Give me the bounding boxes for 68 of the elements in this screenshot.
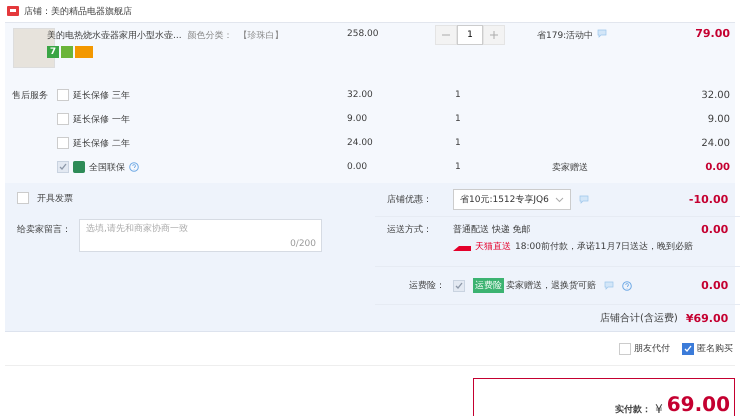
- decrease-button[interactable]: [435, 25, 457, 45]
- invoice-label: 开具发票: [37, 192, 73, 204]
- product-title[interactable]: 美的电热烧水壶器家用小型水壶...: [47, 29, 182, 42]
- service-name: 全国联保: [89, 162, 125, 174]
- chat-icon[interactable]: [597, 29, 608, 38]
- unit-price: 258.00: [347, 28, 380, 39]
- payment-label: 实付款：: [615, 403, 652, 416]
- promo-text: 省179:活动中: [537, 30, 594, 42]
- insurance-text: 卖家赠送，退换货可赔: [506, 280, 596, 292]
- coupon-select[interactable]: 省10元:1512专享JQ6: [453, 189, 571, 210]
- checkbox[interactable]: [57, 113, 69, 125]
- shipping-amount: 0.00: [701, 223, 728, 236]
- help-icon[interactable]: [129, 162, 139, 172]
- service-price: 9.00: [347, 114, 368, 124]
- service-price: 0.00: [347, 162, 368, 172]
- service-quantity: 1: [454, 90, 462, 100]
- message-label: 给卖家留言：: [17, 224, 71, 236]
- increase-button[interactable]: [483, 25, 505, 45]
- insurance-tag: 运费险: [473, 278, 504, 293]
- subtotal-amount: ¥69.00: [686, 312, 728, 324]
- checkbox[interactable]: [57, 137, 69, 149]
- coupon-label: 店铺优惠：: [387, 194, 433, 206]
- service-quantity: 1: [454, 138, 462, 148]
- spec-value: 【珍珠白】: [238, 30, 284, 42]
- store-name[interactable]: 店铺：美的精品电器旗舰店: [24, 4, 132, 18]
- service-total: 32.00: [701, 90, 730, 100]
- service-price: 32.00: [347, 90, 374, 100]
- shipping-method: 普通配送 快递 免邮: [453, 223, 532, 236]
- payment-amount: 69.00: [666, 392, 730, 416]
- option-label[interactable]: 朋友代付: [634, 342, 670, 355]
- after-sales-label: 售后服务: [12, 90, 48, 100]
- currency-symbol: ¥: [655, 402, 663, 416]
- item-total: 79.00: [695, 27, 730, 40]
- insurance-checkbox[interactable]: [453, 280, 465, 292]
- shipping-label: 运送方式：: [387, 224, 433, 236]
- option-label[interactable]: 匿名购买: [697, 342, 733, 355]
- direct-delivery-tag: 天猫直送: [475, 240, 511, 253]
- spec-label: 颜色分类：: [188, 30, 233, 42]
- caret-icon: [554, 196, 564, 202]
- shop-icon: [7, 6, 19, 16]
- seven-day-return-badge: 7: [47, 46, 59, 58]
- service-quantity: 1: [454, 162, 462, 172]
- checkbox[interactable]: [57, 89, 69, 101]
- service-name: 延长保修 一年: [73, 114, 130, 126]
- character-counter: 0/200: [290, 239, 316, 249]
- insurance-amount: 0.00: [701, 279, 728, 292]
- service-price: 24.00: [347, 138, 374, 148]
- invoice-checkbox[interactable]: [17, 192, 29, 204]
- service-total: 0.00: [705, 162, 730, 172]
- option-checkbox[interactable]: [682, 342, 694, 354]
- subtotal-label: 店铺合计(含运费): [600, 312, 678, 325]
- insurance-label: 运费险：: [408, 280, 445, 292]
- service-name: 延长保修 二年: [73, 138, 130, 150]
- service-total: 24.00: [701, 138, 730, 148]
- chat-icon[interactable]: [604, 281, 614, 290]
- chat-icon[interactable]: [578, 195, 589, 204]
- delivery-promise: 18:00前付款，承诺11月7日送达，晚到必赔: [515, 240, 694, 253]
- plus-icon: [490, 31, 498, 39]
- quantity-field[interactable]: 1: [457, 25, 483, 45]
- checkbox[interactable]: [57, 161, 69, 173]
- service-total: 9.00: [708, 114, 730, 124]
- option-checkbox[interactable]: [619, 342, 631, 354]
- help-icon[interactable]: [622, 280, 632, 290]
- product-photo-placeholder: [13, 28, 55, 68]
- coupon-amount: -10.00: [688, 193, 728, 206]
- service-quantity: 1: [454, 114, 462, 124]
- service-note: 卖家赠送: [552, 162, 588, 172]
- service-name: 延长保修 三年: [73, 90, 130, 102]
